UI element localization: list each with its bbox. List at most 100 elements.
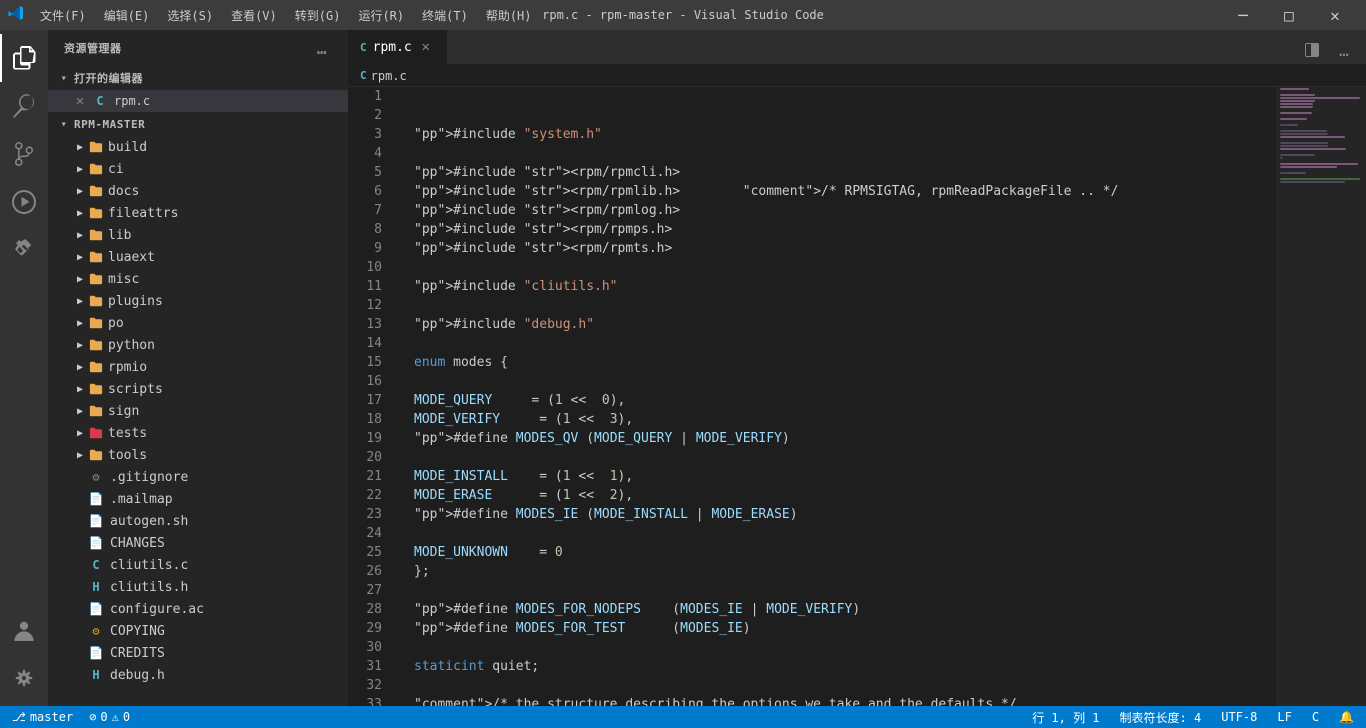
activity-account[interactable]	[0, 606, 48, 654]
errors-status[interactable]: ⊘ 0 ⚠ 0	[85, 706, 134, 728]
file-label: cliutils.h	[110, 580, 188, 595]
tree-item-po[interactable]: ▶po	[48, 312, 348, 334]
activity-settings[interactable]	[0, 654, 48, 702]
activity-source-control[interactable]	[0, 130, 48, 178]
folder-icon	[88, 161, 104, 177]
tree-item-tests[interactable]: ▶tests	[48, 422, 348, 444]
maximize-button[interactable]: □	[1266, 0, 1312, 30]
tree-item-fileattrs[interactable]: ▶fileattrs	[48, 202, 348, 224]
tree-item-credits[interactable]: 📄CREDITS	[48, 642, 348, 664]
code-line	[414, 258, 1276, 277]
tree-item-configure-ac[interactable]: 📄configure.ac	[48, 598, 348, 620]
code-line: "pp">#include "str"><rpm/rpmlog.h>	[414, 201, 1276, 220]
line-number: 22	[348, 486, 390, 505]
activity-extensions[interactable]	[0, 226, 48, 274]
code-line: "pp">#define MODES_IE (MODE_INSTALL | MO…	[414, 505, 1276, 524]
tree-item-misc[interactable]: ▶misc	[48, 268, 348, 290]
menu-goto[interactable]: 转到(G)	[287, 5, 349, 26]
line-number: 28	[348, 600, 390, 619]
more-tabs-button[interactable]: …	[1330, 36, 1358, 64]
tree-item-lib[interactable]: ▶lib	[48, 224, 348, 246]
menu-view[interactable]: 查看(V)	[223, 5, 285, 26]
folder-icon	[88, 205, 104, 221]
file-label: .mailmap	[110, 492, 173, 507]
tree-item-tools[interactable]: ▶tools	[48, 444, 348, 466]
tree-item-debug-h[interactable]: Hdebug.h	[48, 664, 348, 686]
code-line	[414, 144, 1276, 163]
file-label: debug.h	[110, 668, 165, 683]
split-editor-button[interactable]	[1298, 36, 1326, 64]
tree-item-rpmio[interactable]: ▶rpmio	[48, 356, 348, 378]
code-line: "pp">#include "str"><rpm/rpmps.h>	[414, 220, 1276, 239]
line-number: 12	[348, 296, 390, 315]
folder-icon	[88, 293, 104, 309]
line-ending-status[interactable]: LF	[1273, 706, 1295, 728]
cursor-position[interactable]: 行 1, 列 1	[1028, 706, 1103, 728]
minimap-line	[1280, 142, 1328, 144]
code-line: static int quiet;	[414, 657, 1276, 676]
menu-run[interactable]: 运行(R)	[350, 5, 412, 26]
tree-item-docs[interactable]: ▶docs	[48, 180, 348, 202]
tree-item-cliutils-c[interactable]: Ccliutils.c	[48, 554, 348, 576]
folder-icon	[88, 271, 104, 287]
close-rpm-c-icon[interactable]: ✕	[72, 93, 88, 109]
tree-item-copying[interactable]: ⚙COPYING	[48, 620, 348, 642]
line-number: 8	[348, 220, 390, 239]
tree-item-plugins[interactable]: ▶plugins	[48, 290, 348, 312]
menu-edit[interactable]: 编辑(E)	[96, 5, 158, 26]
language-status[interactable]: C	[1308, 706, 1323, 728]
sidebar-content[interactable]: ▾ 打开的编辑器 ✕ C rpm.c ▾ RPM-MASTER ▶build▶c…	[48, 66, 348, 706]
file-label: cliutils.c	[110, 558, 188, 573]
folder-chevron: ▶	[72, 161, 88, 177]
file-icon: 📄	[88, 491, 104, 507]
line-number: 3	[348, 125, 390, 144]
tab-rpm-c[interactable]: C rpm.c ✕	[348, 30, 447, 64]
code-content[interactable]: "pp">#include "system.h" "pp">#include "…	[398, 87, 1276, 706]
minimap-line	[1280, 166, 1337, 168]
rpm-master-section[interactable]: ▾ RPM-MASTER	[48, 112, 348, 136]
code-line: "pp">#define MODES_FOR_TEST (MODES_IE)	[414, 619, 1276, 638]
minimap-line	[1280, 130, 1327, 132]
tab-size-status[interactable]: 制表符长度: 4	[1116, 706, 1206, 728]
folder-chevron: ▶	[72, 249, 88, 265]
tree-item-cliutils-h[interactable]: Hcliutils.h	[48, 576, 348, 598]
folder-icon	[88, 315, 104, 331]
close-button[interactable]: ✕	[1312, 0, 1358, 30]
encoding-status[interactable]: UTF-8	[1217, 706, 1261, 728]
open-editors-section[interactable]: ▾ 打开的编辑器	[48, 66, 348, 90]
menu-terminal[interactable]: 终端(T)	[414, 5, 476, 26]
menu-file[interactable]: 文件(F)	[32, 5, 94, 26]
tree-item--mailmap[interactable]: 📄 .mailmap	[48, 488, 348, 510]
main-layout: 资源管理器 … ▾ 打开的编辑器 ✕ C rpm.c ▾ RPM-MASTER	[0, 30, 1366, 706]
menu-help[interactable]: 帮助(H)	[478, 5, 540, 26]
tree-item-autogen-sh[interactable]: 📄autogen.sh	[48, 510, 348, 532]
tree-item-scripts[interactable]: ▶scripts	[48, 378, 348, 400]
tree-item-sign[interactable]: ▶sign	[48, 400, 348, 422]
activity-explorer[interactable]	[0, 34, 48, 82]
tree-item-python[interactable]: ▶python	[48, 334, 348, 356]
tree-item--gitignore[interactable]: ⚙.gitignore	[48, 466, 348, 488]
tabs-bar: C rpm.c ✕ …	[348, 30, 1366, 65]
code-line: "pp">#include "str"><rpm/rpmts.h>	[414, 239, 1276, 258]
tree-item-build[interactable]: ▶build	[48, 136, 348, 158]
git-branch-status[interactable]: ⎇ master	[8, 706, 77, 728]
sidebar-more-actions[interactable]: …	[312, 38, 332, 58]
minimize-button[interactable]: ─	[1220, 0, 1266, 30]
tree-item-ci[interactable]: ▶ci	[48, 158, 348, 180]
code-line: MODE_INSTALL = (1 << 1),	[414, 467, 1276, 486]
breadcrumb-file: rpm.c	[371, 69, 407, 83]
menu-select[interactable]: 选择(S)	[159, 5, 221, 26]
tree-item-changes[interactable]: 📄CHANGES	[48, 532, 348, 554]
line-ending-label: LF	[1277, 710, 1291, 724]
folder-icon	[88, 447, 104, 463]
activity-run[interactable]	[0, 178, 48, 226]
sidebar: 资源管理器 … ▾ 打开的编辑器 ✕ C rpm.c ▾ RPM-MASTER	[48, 30, 348, 706]
minimap-line	[1280, 148, 1346, 150]
open-file-rpm-c[interactable]: ✕ C rpm.c	[48, 90, 348, 112]
tree-item-luaext[interactable]: ▶luaext	[48, 246, 348, 268]
tab-close-icon[interactable]: ✕	[418, 39, 434, 55]
feedback-status[interactable]: 🔔	[1335, 706, 1358, 728]
line-number: 19	[348, 429, 390, 448]
git-icon: ⎇	[12, 710, 26, 724]
activity-search[interactable]	[0, 82, 48, 130]
